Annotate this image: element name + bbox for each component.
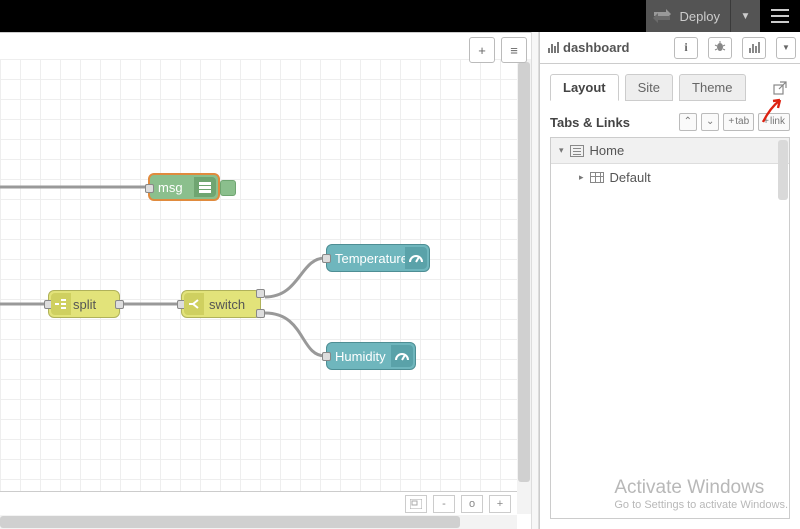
switch-icon — [184, 293, 204, 315]
node-gauge-temperature[interactable]: Temperature — [326, 244, 430, 272]
chevron-down-icon: ▼ — [782, 43, 790, 52]
port-in[interactable] — [322, 254, 331, 263]
zoom-in-button[interactable]: + — [489, 495, 511, 513]
node-switch[interactable]: switch — [181, 290, 261, 318]
hamburger-icon — [771, 15, 789, 17]
external-link-icon — [773, 81, 787, 95]
node-debug[interactable]: msg — [148, 173, 220, 201]
dashboard-icon — [548, 42, 559, 53]
canvas-toolbar: + ≡ — [469, 37, 527, 63]
open-dashboard-button[interactable] — [770, 78, 790, 98]
deploy-dropdown-button[interactable]: ▼ — [730, 0, 760, 32]
top-header: Deploy ▼ — [0, 0, 800, 32]
sidebar-tabs: Layout Site Theme — [540, 64, 800, 101]
collapse-all-button[interactable]: ⌃ — [679, 113, 697, 131]
tree-item-default[interactable]: ▸ Default — [551, 164, 789, 190]
list-icon: ≡ — [510, 43, 518, 58]
tree-label: Default — [610, 170, 651, 185]
port-out-1[interactable] — [256, 289, 265, 298]
chevron-down-icon: ▾ — [559, 145, 564, 156]
node-label: switch — [209, 297, 245, 312]
tab-site[interactable]: Site — [625, 74, 673, 101]
tab-layout[interactable]: Layout — [550, 74, 619, 101]
expand-all-button[interactable]: ⌄ — [701, 113, 719, 131]
plus-icon: + — [728, 115, 734, 129]
tree-label: Home — [590, 143, 625, 158]
deploy-button[interactable]: Deploy — [646, 0, 730, 32]
canvas-footer: - o + — [0, 491, 517, 515]
scrollbar-thumb[interactable] — [0, 516, 460, 528]
sidebar-title-label: dashboard — [563, 40, 629, 55]
deploy-icon — [652, 6, 672, 26]
hamburger-menu-button[interactable] — [760, 0, 800, 32]
plus-icon: + — [478, 43, 486, 58]
flow-canvas-area: + ≡ msg — [0, 32, 531, 529]
info-tab-button[interactable]: i — [674, 37, 698, 59]
sidebar-splitter[interactable] — [531, 32, 539, 529]
add-tab-button[interactable]: +tab — [723, 113, 754, 131]
deploy-label: Deploy — [680, 9, 720, 24]
scrollbar-thumb[interactable] — [778, 140, 788, 200]
deploy-group: Deploy ▼ — [646, 0, 760, 32]
scrollbar-thumb[interactable] — [518, 62, 530, 482]
chevron-down-icon: ⌄ — [706, 115, 714, 129]
zoom-reset-button[interactable]: o — [461, 495, 483, 513]
sidebar-panel: dashboard i ▼ Layout Site Theme Tabs & L… — [539, 32, 800, 529]
info-icon: i — [684, 40, 687, 55]
tree-item-home[interactable]: ▾ Home — [551, 138, 789, 164]
grid-background — [0, 59, 517, 491]
chevron-up-icon: ⌃ — [684, 115, 692, 129]
plus-icon: + — [763, 115, 769, 129]
node-label: Humidity — [335, 349, 386, 364]
port-out[interactable] — [115, 300, 124, 309]
sidebar-header: dashboard i ▼ — [540, 32, 800, 64]
gauge-icon — [391, 345, 413, 367]
vertical-scrollbar[interactable] — [517, 59, 531, 514]
dashboard-tab-button[interactable] — [742, 37, 766, 59]
port-out-2[interactable] — [256, 309, 265, 318]
horizontal-scrollbar[interactable] — [0, 515, 517, 529]
split-icon — [51, 293, 71, 315]
debug-toggle[interactable] — [220, 180, 236, 196]
node-label: split — [73, 297, 96, 312]
node-label: msg — [158, 180, 183, 195]
chevron-right-icon: ▸ — [579, 172, 584, 183]
tab-icon — [570, 145, 584, 157]
node-label: Temperature — [335, 251, 408, 266]
port-in[interactable] — [145, 184, 154, 193]
zoom-out-button[interactable]: - — [433, 495, 455, 513]
add-link-button[interactable]: +link — [758, 113, 790, 131]
tabs-links-header: Tabs & Links ⌃ ⌄ +tab +link — [540, 101, 800, 137]
tabs-tree: ▾ Home ▸ Default — [550, 137, 790, 519]
gauge-icon — [405, 247, 427, 269]
navigator-button[interactable] — [405, 495, 427, 513]
debug-tab-button[interactable] — [708, 37, 732, 59]
add-flow-button[interactable]: + — [469, 37, 495, 63]
sidebar-dropdown-button[interactable]: ▼ — [776, 37, 796, 59]
node-split[interactable]: split — [48, 290, 120, 318]
node-gauge-humidity[interactable]: Humidity — [326, 342, 416, 370]
section-title: Tabs & Links — [550, 115, 630, 130]
chart-icon — [749, 42, 760, 53]
debug-icon — [194, 177, 216, 197]
group-icon — [590, 172, 604, 183]
tab-theme[interactable]: Theme — [679, 74, 745, 101]
sidebar-title: dashboard — [548, 40, 629, 55]
list-flows-button[interactable]: ≡ — [501, 37, 527, 63]
flow-workspace[interactable]: msg split switch — [0, 33, 531, 529]
port-in[interactable] — [322, 352, 331, 361]
bug-icon — [714, 40, 726, 55]
